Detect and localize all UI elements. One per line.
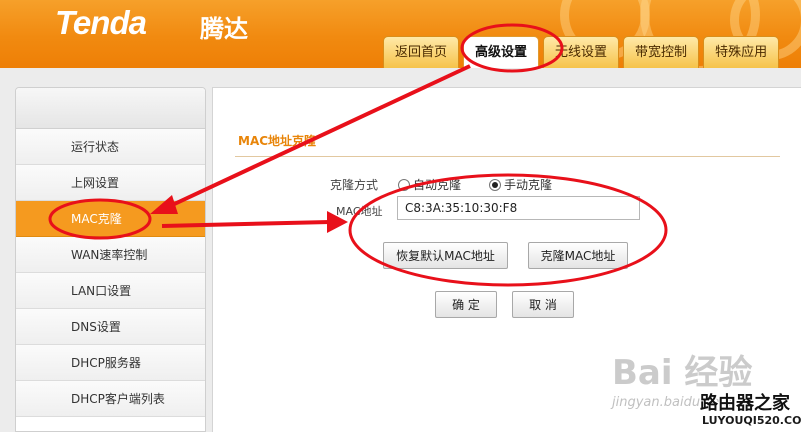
clone-mode-label: 克隆方式 xyxy=(330,178,379,192)
mac-address-input[interactable] xyxy=(397,196,640,220)
ok-button[interactable]: 确 定 xyxy=(435,291,497,318)
sidebar-item-mac-clone[interactable]: MAC克隆 xyxy=(16,201,205,237)
radio-manual-clone-dot[interactable] xyxy=(489,178,501,191)
tab-advanced-settings[interactable]: 高级设置 xyxy=(463,36,540,68)
section-divider xyxy=(235,156,780,157)
section-title: MAC地址克隆 xyxy=(238,134,317,148)
clone-mac-button[interactable]: 克隆MAC地址 xyxy=(528,242,628,269)
tenda-logo: Tenda xyxy=(55,4,147,41)
radio-manual-clone[interactable]: 手动克隆 xyxy=(489,176,552,193)
tab-bandwidth-control[interactable]: 带宽控制 xyxy=(623,36,700,68)
sidebar-item-lan-settings[interactable]: LAN口设置 xyxy=(16,273,205,309)
radio-auto-clone-dot[interactable] xyxy=(398,178,410,191)
sidebar-item-dns-settings[interactable]: DNS设置 xyxy=(16,309,205,345)
cancel-button[interactable]: 取 消 xyxy=(512,291,574,318)
restore-default-mac-button[interactable]: 恢复默认MAC地址 xyxy=(383,242,508,269)
tenda-logo-cn: 腾达 xyxy=(200,15,248,43)
sidebar-header xyxy=(16,88,205,129)
site-watermark-url: LUYOUQI520.COM xyxy=(702,414,801,427)
site-watermark-cn: 路由器之家 xyxy=(700,393,790,414)
radio-auto-clone[interactable]: 自动克隆 xyxy=(398,176,461,193)
mac-address-label: MAC地址 xyxy=(336,205,383,218)
baidu-watermark: Bai 经验 xyxy=(612,353,753,393)
sidebar-item-dhcp-client-list[interactable]: DHCP客户端列表 xyxy=(16,381,205,417)
sidebar-item-run-status[interactable]: 运行状态 xyxy=(16,129,205,165)
radio-auto-clone-label: 自动克隆 xyxy=(413,178,462,192)
top-nav-tabs: 返回首页 高级设置 无线设置 带宽控制 特殊应用 xyxy=(383,36,780,68)
tab-wireless-settings[interactable]: 无线设置 xyxy=(543,36,620,68)
sidebar-item-dhcp-server[interactable]: DHCP服务器 xyxy=(16,345,205,381)
sidebar: 运行状态 上网设置 MAC克隆 WAN速率控制 LAN口设置 DNS设置 DHC… xyxy=(15,87,206,432)
radio-manual-clone-label: 手动克隆 xyxy=(504,178,553,192)
sidebar-item-internet-settings[interactable]: 上网设置 xyxy=(16,165,205,201)
tab-home[interactable]: 返回首页 xyxy=(383,36,460,68)
tab-special-applications[interactable]: 特殊应用 xyxy=(703,36,780,68)
sidebar-item-wan-rate-control[interactable]: WAN速率控制 xyxy=(16,237,205,273)
top-header: Tenda 腾达 返回首页 高级设置 无线设置 带宽控制 特殊应用 xyxy=(0,0,801,68)
